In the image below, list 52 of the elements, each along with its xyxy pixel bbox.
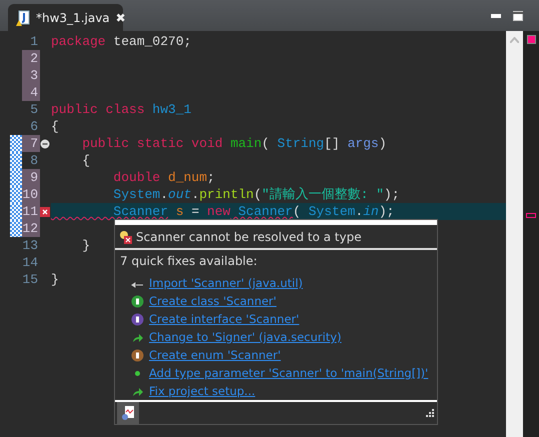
document-icon	[121, 405, 135, 421]
quick-fix-link[interactable]: Create class 'Scanner'	[149, 294, 276, 308]
java-file-icon	[16, 10, 30, 26]
line-number: 1	[29, 33, 39, 50]
line-number: 13	[22, 237, 39, 254]
code-line: public static void main( String[] args)	[81, 136, 387, 151]
quick-fix-link[interactable]: Change to 'Signer' (java.security)	[149, 330, 342, 344]
quick-fix-link[interactable]: Create enum 'Scanner'	[149, 348, 281, 362]
code-line: }	[51, 272, 59, 287]
line-number: 2	[22, 50, 40, 67]
settings-button[interactable]	[117, 402, 139, 424]
maximize-icon[interactable]	[513, 10, 523, 20]
line-number: 6	[29, 118, 39, 135]
class-icon	[131, 294, 144, 308]
error-overview-icon	[526, 35, 536, 44]
line-number: 15	[22, 271, 39, 288]
line-number: 10	[22, 186, 40, 203]
code-line: double d_num;	[112, 170, 215, 185]
line-number: 8	[29, 152, 39, 169]
error-bulb-icon	[119, 230, 133, 244]
line-number: 14	[22, 254, 39, 271]
fix-count: 7 quick fixes available:	[119, 253, 258, 270]
line-number: 12	[22, 220, 40, 237]
editor-tab[interactable]: *hw3_1.java ✖	[8, 4, 123, 31]
resize-grip-icon[interactable]	[426, 408, 435, 418]
code-line: {	[51, 119, 59, 134]
code-line: package team_0270;	[51, 34, 192, 49]
quick-fix-link[interactable]: Import 'Scanner' (java.util)	[149, 276, 303, 290]
code-line: {	[81, 153, 90, 168]
error-icon[interactable]	[40, 206, 50, 216]
line-number: 5	[29, 101, 39, 118]
code-line: public class hw3_1	[51, 102, 192, 117]
minimize-icon[interactable]	[491, 14, 501, 18]
collapse-icon[interactable]	[40, 138, 50, 148]
code-line: Scanner s = new Scanner( System.in);	[112, 204, 394, 219]
error-marker[interactable]	[526, 213, 536, 218]
quick-fix-link[interactable]: Add type parameter 'Scanner' to 'main(String[])'	[149, 366, 428, 380]
line-number: 4	[22, 84, 40, 101]
quick-fix-link[interactable]: Create interface 'Scanner'	[149, 312, 300, 326]
error-message: Scanner cannot be resolved to a type	[136, 230, 362, 244]
line-number: 11	[22, 203, 40, 220]
line-number: 7	[22, 135, 40, 152]
close-button[interactable]: ✖	[116, 10, 126, 24]
line-number: 3	[22, 67, 40, 84]
line-number: 9	[22, 169, 40, 186]
tab-title: *hw3_1.java	[36, 10, 110, 24]
quick-fix-link[interactable]: Fix project setup...	[149, 384, 256, 398]
code-line: System.out.println("請輸入一個整數: ");	[112, 187, 400, 202]
scrollbar[interactable]	[506, 31, 523, 437]
interface-icon	[131, 312, 144, 326]
code-line: }	[81, 238, 90, 253]
enum-icon	[131, 348, 144, 362]
